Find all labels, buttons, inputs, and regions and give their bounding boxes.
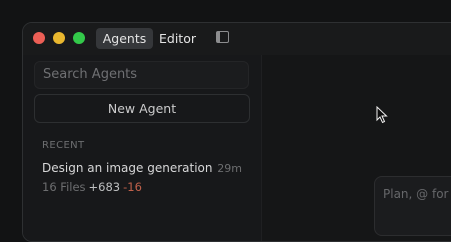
sidebar-toggle-icon[interactable] (216, 31, 229, 43)
title-bar: Agents Editor (23, 23, 451, 55)
new-agent-button[interactable]: New Agent (34, 94, 250, 123)
agent-list-item[interactable]: Design an image generation... 29m 16 Fil… (42, 161, 247, 197)
tab-agents[interactable]: Agents (96, 28, 153, 49)
minimize-window-button[interactable] (53, 32, 65, 44)
agent-files-count: 16 Files (42, 180, 86, 194)
close-window-button[interactable] (33, 32, 45, 44)
composer-input[interactable]: Plan, @ for (374, 176, 451, 236)
mouse-pointer-icon (376, 106, 388, 124)
agent-time: 29m (217, 162, 242, 175)
agents-sidebar: Search Agents New Agent RECENT Design an… (23, 55, 262, 241)
tab-editor[interactable]: Editor (155, 28, 200, 49)
search-agents-input[interactable]: Search Agents (34, 61, 249, 89)
agent-additions: +683 (88, 180, 121, 194)
agent-diff-summary: 16 Files +683 -16 (42, 180, 142, 194)
recent-section-label: RECENT (42, 140, 85, 151)
agent-deletions: -16 (123, 180, 142, 194)
agent-title: Design an image generation... (42, 161, 212, 175)
maximize-window-button[interactable] (73, 32, 85, 44)
